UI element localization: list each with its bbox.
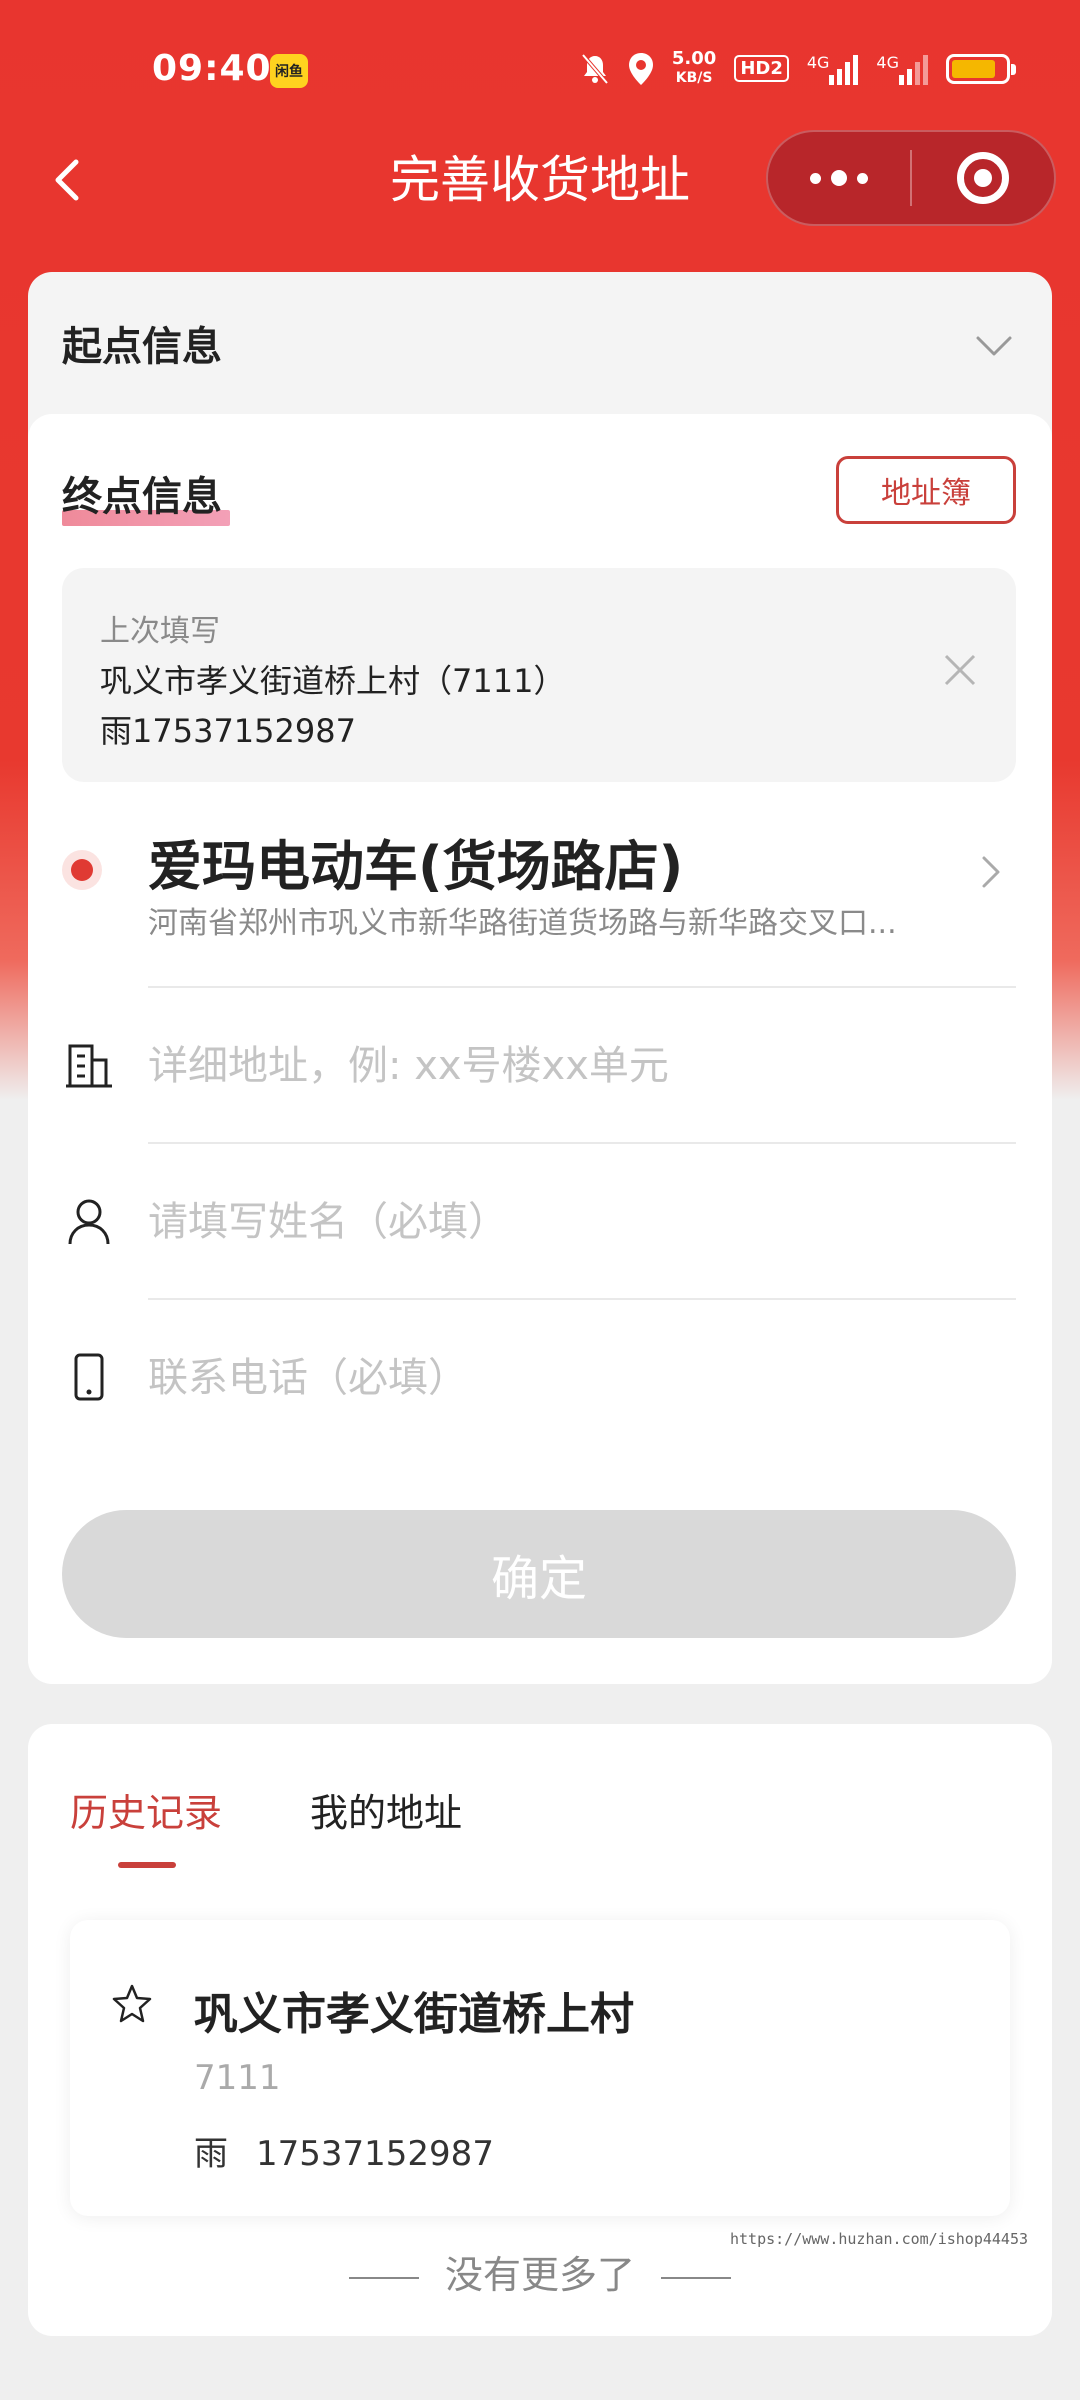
phone-icon xyxy=(74,1353,104,1401)
hd-voice-icon: HD2 xyxy=(734,55,789,82)
phone-input[interactable] xyxy=(148,1338,1008,1418)
history-record-item[interactable]: 巩义市孝义街道桥上村 7111 雨 17537152987 xyxy=(70,1920,1010,2216)
more-dots-icon xyxy=(810,170,868,186)
tab-history[interactable]: 历史记录 xyxy=(70,1782,222,1837)
name-row xyxy=(28,1144,1052,1300)
record-number: 7111 xyxy=(194,2058,281,2098)
destination-row[interactable]: 爱玛电动车(货场路店) 河南省郑州市巩义市新华路街道货场路与新华路交叉口... xyxy=(28,798,1052,986)
signal-2-label: 4G xyxy=(876,52,899,72)
end-info-section: 终点信息 地址簿 上次填写 巩义市孝义街道桥上村（7111） 雨17537152… xyxy=(28,414,1052,1684)
address-book-button[interactable]: 地址簿 xyxy=(836,456,1016,524)
close-miniprogram-button[interactable] xyxy=(912,130,1054,226)
last-filled-contact: 雨17537152987 xyxy=(100,712,356,750)
start-info-row[interactable]: 起点信息 xyxy=(28,272,1052,414)
watermark-text: https://www.huzhan.com/ishop44453 xyxy=(730,2230,1029,2248)
tab-indicator xyxy=(118,1862,176,1868)
speed-value: 5.00 xyxy=(671,48,717,69)
page: 09:40 闲鱼 5.00 KB/S HD2 4G 4G 完善收货地址 起点信息… xyxy=(0,0,1080,2400)
signal-icon-1: 4G xyxy=(807,53,859,85)
end-info-title: 终点信息 xyxy=(62,474,222,520)
phone-row xyxy=(28,1300,1052,1456)
detail-address-input[interactable] xyxy=(148,1026,1008,1106)
target-circle-icon xyxy=(956,152,1009,204)
location-icon xyxy=(628,52,654,86)
destination-address: 河南省郑州市巩义市新华路街道货场路与新华路交叉口... xyxy=(148,906,897,941)
last-filled-label: 上次填写 xyxy=(100,614,220,649)
no-more-text: 没有更多了 xyxy=(28,2244,1052,2299)
detail-address-row xyxy=(28,988,1052,1144)
chevron-right-icon xyxy=(982,856,1000,888)
status-time: 09:40 xyxy=(152,48,272,89)
record-name: 雨 xyxy=(194,2134,228,2174)
record-title: 巩义市孝义街道桥上村 xyxy=(194,1989,634,2040)
battery-icon xyxy=(946,53,1016,84)
name-input[interactable] xyxy=(148,1182,1008,1262)
building-icon xyxy=(66,1044,112,1088)
address-form-card: 起点信息 终点信息 地址簿 上次填写 巩义市孝义街道桥上村（7111） 雨175… xyxy=(28,272,1052,1684)
person-icon xyxy=(68,1199,110,1245)
destination-name: 爱玛电动车(货场路店) xyxy=(148,835,684,898)
last-filled-address: 巩义市孝义街道桥上村（7111） xyxy=(100,662,566,700)
record-phone: 17537152987 xyxy=(256,2134,494,2174)
status-icons: 5.00 KB/S HD2 4G 4G xyxy=(580,50,1016,87)
app-notification-badge: 闲鱼 xyxy=(270,54,308,88)
record-contact: 雨 17537152987 xyxy=(194,2126,494,2175)
chevron-down-icon xyxy=(976,336,1012,356)
close-icon[interactable] xyxy=(940,650,980,690)
speed-unit: KB/S xyxy=(675,70,713,86)
destination-dot-icon xyxy=(62,850,102,890)
network-speed: 5.00 KB/S xyxy=(672,50,716,87)
signal-icon-2: 4G xyxy=(876,53,928,85)
last-filled-card[interactable]: 上次填写 巩义市孝义街道桥上村（7111） 雨17537152987 xyxy=(62,568,1016,782)
start-info-title: 起点信息 xyxy=(62,314,222,378)
signal-1-label: 4G xyxy=(806,52,830,72)
mute-bell-icon xyxy=(580,53,610,85)
tab-my-address[interactable]: 我的地址 xyxy=(310,1782,462,1837)
mini-program-capsule xyxy=(766,130,1056,226)
more-button[interactable] xyxy=(768,130,910,226)
confirm-button[interactable]: 确定 xyxy=(62,1510,1016,1638)
status-bar: 09:40 闲鱼 5.00 KB/S HD2 4G 4G xyxy=(0,0,1080,140)
star-icon[interactable] xyxy=(110,1982,154,2026)
